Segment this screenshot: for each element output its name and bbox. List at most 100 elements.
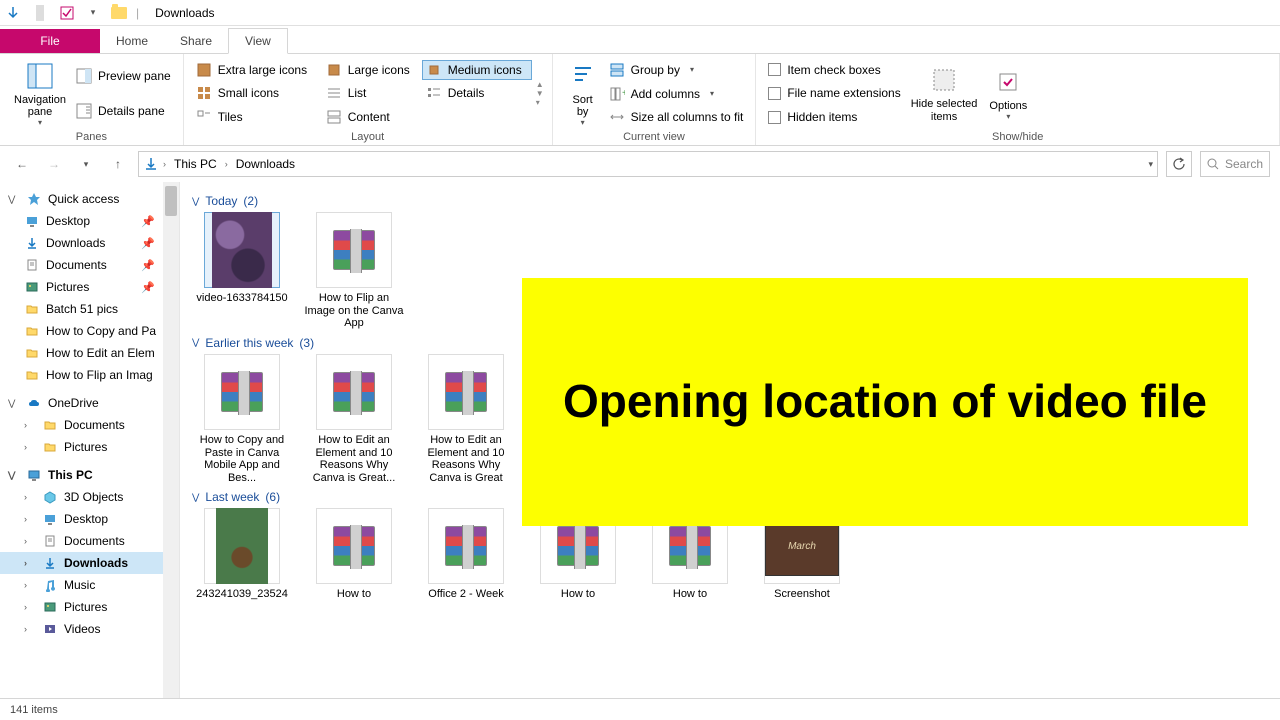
address-bar[interactable]: › This PC › Downloads ▾ [138, 151, 1158, 177]
extra-large-icons-button[interactable]: Extra large icons [192, 60, 322, 80]
file-item[interactable]: How to Flip an Image on the Canva App [304, 212, 404, 330]
ribbon-group-panes: Navigation pane ▾ Preview pane Details p… [0, 54, 184, 145]
folder-icon [24, 345, 40, 361]
item-check-boxes-toggle[interactable]: Item check boxes [764, 61, 904, 79]
search-icon [1207, 158, 1219, 170]
tree-qa-item[interactable]: Downloads📌 [0, 232, 179, 254]
chevron-right-icon: › [24, 492, 36, 502]
file-item[interactable]: 243241039_23524 [192, 508, 292, 601]
file-name: How to Copy and Paste in Canva Mobile Ap… [192, 434, 292, 485]
large-icons-button[interactable]: Large icons [322, 60, 422, 80]
rar-icon [669, 526, 711, 566]
preview-pane-button[interactable]: Preview pane [72, 66, 175, 86]
file-item[interactable]: How to Copy and Paste in Canva Mobile Ap… [192, 354, 292, 485]
navigation-pane-button[interactable]: Navigation pane ▾ [8, 58, 72, 129]
file-name: How to [673, 588, 707, 601]
tree-pc-item[interactable]: ›Pictures [0, 596, 179, 618]
downloads-icon [42, 555, 58, 571]
tree-od-item[interactable]: ›Pictures [0, 436, 179, 458]
tree-pc-item[interactable]: ›Documents [0, 530, 179, 552]
file-item[interactable]: video-1633784150 [192, 212, 292, 330]
tree-qa-item[interactable]: How to Copy and Pa [0, 320, 179, 342]
rar-icon [221, 372, 263, 412]
size-columns-icon [609, 109, 625, 125]
file-name: How to Edit an Element and 10 Reasons Wh… [416, 434, 516, 485]
chevron-down-icon: ▾ [710, 89, 714, 98]
hidden-items-toggle[interactable]: Hidden items [764, 108, 904, 126]
hide-selected-items-button[interactable]: Hide selected items [905, 58, 984, 129]
back-button[interactable]: ← [10, 152, 34, 176]
layout-scroll-down-icon[interactable]: ▼ [536, 89, 544, 98]
add-columns-button[interactable]: +Add columns▾ [605, 84, 748, 104]
svg-text:+: + [622, 88, 625, 99]
chevron-down-icon: ⋁ [8, 194, 20, 205]
options-button[interactable]: Options ▾ [983, 58, 1033, 129]
breadcrumb-this-pc[interactable]: This PC [170, 157, 221, 171]
small-icons-button[interactable]: Small icons [192, 83, 322, 103]
group-by-button[interactable]: Group by▾ [605, 60, 748, 80]
tree-qa-item[interactable]: How to Edit an Elem [0, 342, 179, 364]
tree-pc-item[interactable]: ›Downloads [0, 552, 179, 574]
tree-onedrive[interactable]: ⋁ OneDrive [0, 392, 179, 414]
address-dropdown-icon[interactable]: ▾ [1148, 159, 1153, 170]
folder-icon [42, 439, 58, 455]
tab-home[interactable]: Home [100, 29, 164, 53]
content-button[interactable]: Content [322, 107, 422, 127]
file-name: Screenshot [774, 588, 830, 601]
tree-qa-item[interactable]: Documents📌 [0, 254, 179, 276]
medium-icons-button[interactable]: Medium icons [422, 60, 532, 80]
checkbox-icon [768, 87, 781, 100]
group-header-today[interactable]: ⋁ Today (2) [192, 188, 1268, 212]
file-item[interactable]: How to Edit an Element and 10 Reasons Wh… [416, 354, 516, 485]
file-name-extensions-toggle[interactable]: File name extensions [764, 84, 904, 102]
tree-od-item[interactable]: ›Documents [0, 414, 179, 436]
tab-view[interactable]: View [228, 28, 288, 54]
layout-scroll-up-icon[interactable]: ▲ [536, 80, 544, 89]
qat-dropdown-icon[interactable]: ▾ [84, 4, 102, 22]
list-button[interactable]: List [322, 83, 422, 103]
file-name: Office 2 - Week [428, 588, 503, 601]
search-box[interactable]: Search [1200, 151, 1270, 177]
recent-dropdown[interactable]: ▾ [74, 152, 98, 176]
down-arrow-icon[interactable] [4, 4, 22, 22]
refresh-button[interactable] [1166, 151, 1192, 177]
navigation-tree: ▴ ⋁ Quick access Desktop📌Downloads📌Docum… [0, 182, 180, 698]
tree-pc-item[interactable]: ›Desktop [0, 508, 179, 530]
tree-qa-item[interactable]: Batch 51 pics [0, 298, 179, 320]
scroll-thumb[interactable] [165, 186, 177, 216]
layout-more-icon[interactable]: ▾ [536, 98, 544, 107]
tree-this-pc[interactable]: ⋁ This PC [0, 464, 179, 486]
tree-pc-item[interactable]: ›Videos [0, 618, 179, 640]
sidebar-scrollbar[interactable]: ▴ [163, 182, 179, 698]
add-columns-icon: + [609, 86, 625, 102]
tab-share[interactable]: Share [164, 29, 228, 53]
details-pane-button[interactable]: Details pane [72, 101, 175, 121]
tree-quick-access[interactable]: ⋁ Quick access [0, 188, 179, 210]
chevron-down-icon: ▾ [581, 118, 585, 127]
tree-qa-item[interactable]: How to Flip an Imag [0, 364, 179, 386]
breadcrumb-downloads[interactable]: Downloads [232, 157, 299, 171]
tab-file[interactable]: File [0, 29, 100, 53]
title-bar: ▾ | Downloads [0, 0, 1280, 26]
file-item[interactable]: How to [304, 508, 404, 601]
details-view-button[interactable]: Details [422, 83, 532, 103]
tiles-button[interactable]: Tiles [192, 107, 322, 127]
videos-icon [42, 621, 58, 637]
size-all-columns-button[interactable]: Size all columns to fit [605, 107, 748, 127]
file-item[interactable]: How to Edit an Element and 10 Reasons Wh… [304, 354, 404, 485]
preview-pane-icon [76, 68, 92, 84]
downloads-icon [24, 235, 40, 251]
checkbox-icon[interactable] [58, 4, 76, 22]
tree-qa-item[interactable]: Pictures📌 [0, 276, 179, 298]
rar-icon [333, 230, 375, 270]
sort-by-button[interactable]: Sort by ▾ [561, 58, 605, 129]
tree-pc-item[interactable]: ›Music [0, 574, 179, 596]
chevron-down-icon: ▾ [1006, 112, 1010, 121]
documents-icon [24, 257, 40, 273]
up-button[interactable]: ↑ [106, 152, 130, 176]
chevron-right-icon: › [24, 514, 36, 524]
file-item[interactable]: Office 2 - Week [416, 508, 516, 601]
tree-pc-item[interactable]: ›3D Objects [0, 486, 179, 508]
tree-qa-item[interactable]: Desktop📌 [0, 210, 179, 232]
3d-icon [42, 489, 58, 505]
